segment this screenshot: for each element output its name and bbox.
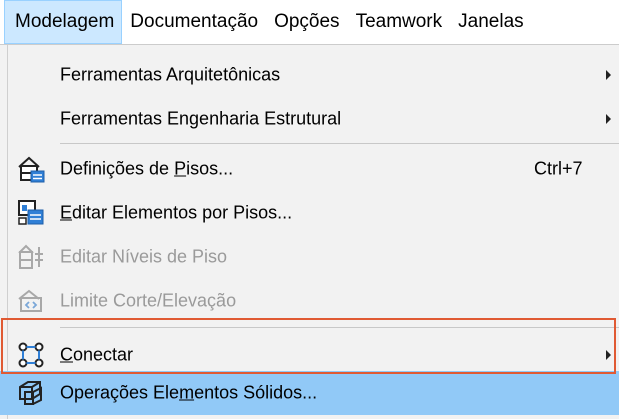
menu-item-label: Operações Elementos Sólidos...	[60, 382, 318, 403]
menu-item-label: Editar Elementos por Pisos...	[60, 202, 293, 222]
menubar-item-teamwork[interactable]: Teamwork	[348, 0, 451, 44]
menubar-label: Modelagem	[15, 11, 115, 32]
archicad-window: Modelagem Documentação Opções Teamwork J…	[0, 0, 619, 419]
menu-item-editar-elementos-por-pisos[interactable]: Editar Elementos por Pisos...	[0, 191, 619, 234]
menubar-label: Janelas	[458, 11, 524, 32]
menu-item-shortcut: Ctrl+7	[534, 158, 583, 178]
menu-item-editar-niveis-de-piso: Editar Níveis de Piso	[0, 235, 619, 278]
menu-item-ferramentas-engenharia-estrutural[interactable]: Ferramentas Engenharia Estrutural	[0, 97, 619, 140]
menu-item-conectar[interactable]: Conectar	[0, 333, 619, 376]
submenu-arrow-icon	[606, 113, 611, 124]
menubar-item-modelagem[interactable]: Modelagem	[4, 0, 123, 44]
menu-separator	[60, 327, 619, 328]
modelagem-dropdown-menu: Ferramentas Arquitetônicas Ferramentas E…	[0, 44, 619, 419]
solid-element-operations-icon	[16, 378, 46, 408]
submenu-arrow-icon	[606, 69, 611, 80]
submenu-arrow-icon	[606, 349, 611, 360]
menu-bar: Modelagem Documentação Opções Teamwork J…	[0, 0, 619, 44]
menubar-item-documentacao[interactable]: Documentação	[122, 0, 266, 44]
connect-icon	[16, 340, 46, 370]
menu-item-definicoes-de-pisos[interactable]: Definições de Pisos... Ctrl+7	[0, 147, 619, 190]
menu-item-label: Definições de Pisos...	[60, 158, 234, 178]
menubar-item-opcoes[interactable]: Opções	[266, 0, 347, 44]
menubar-label: Teamwork	[355, 11, 443, 32]
menu-item-label: Limite Corte/Elevação	[60, 290, 237, 310]
menu-item-label: Ferramentas Engenharia Estrutural	[60, 108, 342, 128]
section-elevation-limit-icon	[16, 286, 46, 316]
menubar-label: Opções	[274, 11, 340, 32]
menu-item-ferramentas-arquitetonicas[interactable]: Ferramentas Arquitetônicas	[0, 53, 619, 96]
menu-item-label: Ferramentas Arquitetônicas	[60, 64, 281, 84]
menu-item-label: Conectar	[60, 344, 134, 364]
menubar-label: Documentação	[130, 11, 259, 32]
edit-story-levels-icon	[16, 242, 46, 272]
story-settings-icon	[16, 154, 46, 184]
edit-elements-by-stories-icon	[16, 198, 46, 228]
menu-item-label: Editar Níveis de Piso	[60, 246, 228, 266]
menubar-item-janelas[interactable]: Janelas	[450, 0, 532, 44]
menu-item-limite-corte-elevacao: Limite Corte/Elevação	[0, 279, 619, 322]
menu-item-operacoes-elementos-solidos[interactable]: Operações Elementos Sólidos...	[0, 371, 619, 415]
menu-separator	[60, 143, 619, 144]
